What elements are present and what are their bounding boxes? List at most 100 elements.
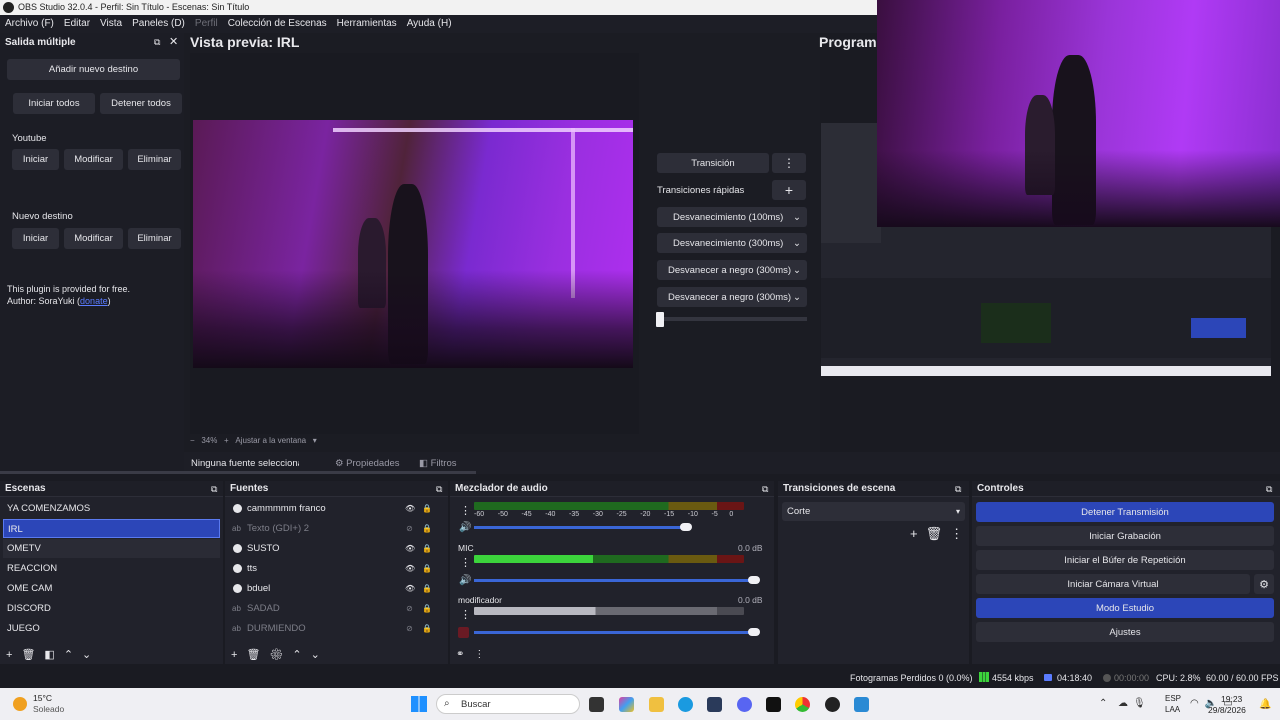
scene-item[interactable]: OMETV [3, 539, 220, 558]
scene-item[interactable]: DISCORD [3, 599, 220, 618]
notification-icon[interactable]: 🔔 [1259, 699, 1271, 710]
menu-paneles[interactable]: Paneles (D) [127, 15, 190, 33]
stop-stream-button[interactable]: Detener Transmisión [976, 502, 1274, 522]
virtual-camera-button[interactable]: Iniciar Cámara Virtual [976, 574, 1250, 594]
source-item[interactable]: tts 👁 🔒 [230, 559, 440, 578]
weather-temp[interactable]: 15°C [33, 693, 52, 703]
weather-sun-icon[interactable] [13, 697, 27, 711]
properties-button[interactable]: ⚙ Propiedades [335, 458, 400, 469]
clock-date[interactable]: 29/8/2026 [1208, 705, 1246, 715]
target-modify-button[interactable]: Modificar [64, 228, 123, 249]
zoom-controls[interactable]: − 34% + Ajustar a la ventana ▾ [190, 436, 317, 445]
mixer-toolbar[interactable]: ⚭⋮ [456, 649, 494, 660]
float-icon[interactable]: ⧉ [154, 37, 160, 48]
volume-slider[interactable] [474, 579, 756, 582]
start-all-button[interactable]: Iniciar todos [13, 93, 95, 114]
fit-to-window[interactable]: Ajustar a la ventana [235, 436, 306, 445]
mixer-menu-icon[interactable]: ⋮ [460, 504, 471, 517]
task-view-icon[interactable] [589, 697, 604, 712]
source-item[interactable]: SUSTO 👁 🔒 [230, 539, 440, 558]
muted-speaker-icon[interactable] [458, 627, 469, 638]
chrome-icon[interactable] [795, 697, 810, 712]
windows-start-icon[interactable] [411, 696, 427, 712]
tray-icons[interactable]: ☁🎙 [1118, 698, 1151, 709]
t-bar-track[interactable] [657, 317, 807, 321]
transition-menu-icon[interactable]: ⋮ [772, 153, 806, 173]
menu-ayuda[interactable]: Ayuda (H) [402, 15, 457, 33]
studio-mode-button[interactable]: Modo Estudio [976, 598, 1274, 618]
file-explorer-icon[interactable] [649, 697, 664, 712]
volume-handle[interactable] [748, 576, 760, 584]
scrollbar[interactable] [0, 471, 476, 474]
sources-toolbar[interactable]: +🗑⚙⌃⌄ [231, 648, 329, 661]
tray-chevron-icon[interactable]: ⌃ [1099, 698, 1107, 709]
volume-handle[interactable] [748, 628, 760, 636]
start-recording-button[interactable]: Iniciar Grabación [976, 526, 1274, 546]
donate-link[interactable]: donate [80, 296, 108, 306]
scene-item[interactable]: YA COMENZAMOS [3, 499, 220, 518]
transition-toolbar[interactable]: +🗑⋮ [910, 526, 971, 542]
menu-editar[interactable]: Editar [59, 15, 95, 33]
replay-buffer-button[interactable]: Iniciar el Búfer de Repetición [976, 550, 1274, 570]
source-item[interactable]: ab SADAD ⊘ 🔒 [230, 599, 440, 618]
float-icon[interactable]: ⧉ [762, 484, 768, 495]
edge-icon[interactable] [678, 697, 693, 712]
taskbar-search[interactable]: ⌕ Buscar [436, 694, 580, 714]
target-remove-button[interactable]: Eliminar [128, 228, 181, 249]
meter-ticks: -60 -50 -45 -40 -35 -30 -25 -20 -15 -10 … [474, 511, 734, 518]
transition-select[interactable]: Corte ▾ [782, 502, 965, 521]
discord-icon[interactable] [737, 697, 752, 712]
quick-transition-item[interactable]: Desvanecimiento (300ms) ⌄ [657, 233, 807, 253]
language-code[interactable]: ESP [1165, 694, 1181, 703]
menu-coleccion[interactable]: Colección de Escenas [223, 15, 332, 33]
volume-handle[interactable] [680, 523, 692, 531]
mixer-menu-icon[interactable]: ⋮ [460, 608, 471, 621]
menu-vista[interactable]: Vista [95, 15, 127, 33]
scenes-toolbar[interactable]: +🗑◧⌃⌄ [6, 648, 100, 661]
speaker-icon[interactable]: 🔊 [459, 522, 471, 533]
source-item[interactable]: cammmmm franco 👁 🔒 [230, 499, 440, 518]
nvidia-icon[interactable] [766, 697, 781, 712]
float-icon[interactable]: ⧉ [211, 484, 217, 495]
settings-button[interactable]: Ajustes [976, 622, 1274, 642]
close-icon[interactable]: ✕ [169, 35, 178, 48]
scene-item-selected[interactable]: IRL [3, 519, 220, 538]
scene-item[interactable]: OME CAM [3, 579, 220, 598]
obs-icon[interactable] [825, 697, 840, 712]
source-item[interactable]: ab Texto (GDI+) 2 ⊘ 🔒 [230, 519, 440, 538]
float-icon[interactable]: ⧉ [1266, 484, 1272, 495]
float-icon[interactable]: ⧉ [955, 484, 961, 495]
volume-slider[interactable] [474, 631, 756, 634]
virtual-camera-settings-icon[interactable]: ⚙ [1254, 574, 1274, 594]
speaker-icon[interactable]: 🔊 [459, 575, 471, 586]
volume-slider[interactable] [474, 526, 686, 529]
webcam-overlay-window[interactable] [877, 0, 1280, 227]
target-remove-button[interactable]: Eliminar [128, 149, 181, 170]
menu-archivo[interactable]: Archivo (F) [0, 15, 59, 33]
quick-transition-item[interactable]: Desvanecer a negro (300ms) ⌄ [657, 260, 807, 280]
language-layout[interactable]: LAA [1165, 705, 1180, 714]
transition-button[interactable]: Transición [657, 153, 769, 173]
clock-time[interactable]: 19:23 [1221, 694, 1242, 704]
quick-transition-item[interactable]: Desvanecimiento (100ms) ⌄ [657, 207, 807, 227]
add-target-button[interactable]: Añadir nuevo destino [7, 59, 180, 80]
filters-button[interactable]: ◧ Filtros [419, 458, 457, 469]
store-icon[interactable] [707, 697, 722, 712]
mixer-menu-icon[interactable]: ⋮ [460, 556, 471, 569]
menu-herramientas[interactable]: Herramientas [332, 15, 402, 33]
target-start-button[interactable]: Iniciar [12, 149, 59, 170]
source-item[interactable]: ab DURMIENDO ⊘ 🔒 [230, 619, 440, 638]
stop-all-button[interactable]: Detener todos [100, 93, 182, 114]
source-item[interactable]: bduel 👁 🔒 [230, 579, 440, 598]
t-bar-handle[interactable] [656, 312, 664, 327]
float-icon[interactable]: ⧉ [436, 484, 442, 495]
copilot-icon[interactable] [619, 697, 634, 712]
scene-item[interactable]: REACCION [3, 559, 220, 578]
target-modify-button[interactable]: Modificar [64, 149, 123, 170]
target-start-button[interactable]: Iniciar [12, 228, 59, 249]
scene-item[interactable]: JUEGO [3, 619, 220, 638]
menu-perfil[interactable]: Perfil [190, 15, 223, 33]
notepad-icon[interactable] [854, 697, 869, 712]
quick-transition-item[interactable]: Desvanecer a negro (300ms) ⌄ [657, 287, 807, 307]
add-quick-transition-icon[interactable]: + [772, 180, 806, 200]
